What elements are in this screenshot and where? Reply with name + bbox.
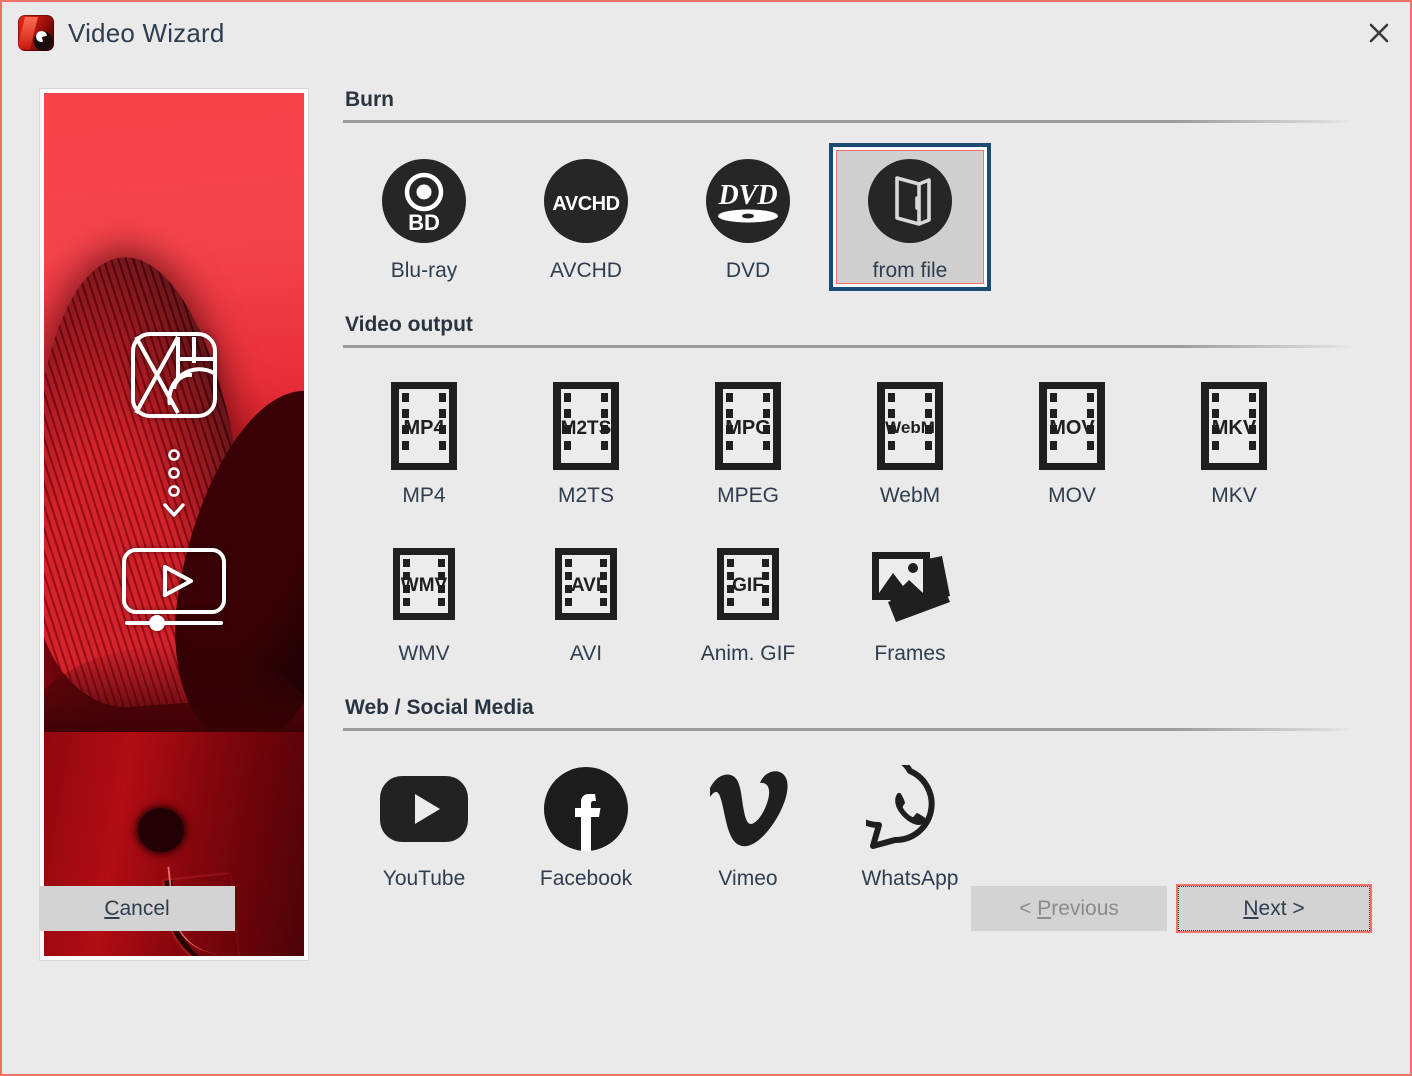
svg-text:WebM: WebM — [885, 418, 935, 437]
format-tile-dvd[interactable]: DVD DVD — [667, 143, 829, 291]
film-strip-gif-icon: GIF — [702, 536, 794, 632]
format-label: WhatsApp — [862, 867, 959, 891]
section-divider-video-output — [343, 345, 1355, 348]
format-label: Vimeo — [718, 867, 777, 891]
format-tile-facebook[interactable]: Facebook — [505, 751, 667, 899]
format-label: M2TS — [558, 484, 614, 508]
svg-text:DVD: DVD — [717, 180, 777, 211]
bluray-disc-icon: BD — [381, 153, 467, 249]
svg-text:MP4: MP4 — [403, 417, 445, 439]
svg-text:MKV: MKV — [1212, 417, 1257, 439]
format-label: MPEG — [717, 484, 779, 508]
format-label: MP4 — [402, 484, 445, 508]
format-tile-wmv[interactable]: WMV WMV — [343, 526, 505, 674]
section-title-web-social: Web / Social Media — [345, 696, 1370, 720]
format-label: WebM — [880, 484, 940, 508]
web-social-row: YouTube Facebook Vimeo — [343, 751, 1370, 899]
format-tile-mp4[interactable]: MP4 MP4 — [343, 368, 505, 516]
film-strip-mov-icon: MOV — [1026, 378, 1118, 474]
section-title-video-output: Video output — [345, 313, 1370, 337]
format-tile-anim-gif[interactable]: GIF Anim. GIF — [667, 526, 829, 674]
format-label: DVD — [726, 259, 770, 283]
dialog-footer: Cancel < Previous Next > — [2, 964, 1410, 1074]
photo-stack-icon — [862, 536, 958, 632]
svg-text:MPG: MPG — [725, 417, 771, 439]
title-bar: Video Wizard — [2, 2, 1410, 64]
format-tile-avi[interactable]: AVI AVI — [505, 526, 667, 674]
format-tile-avchd[interactable]: AVCHD AVCHD — [505, 143, 667, 291]
film-strip-wmv-icon: WMV — [378, 536, 470, 632]
previous-button[interactable]: < Previous — [971, 886, 1167, 931]
preview-panel — [39, 88, 309, 961]
format-tile-whatsapp[interactable]: WhatsApp — [829, 751, 991, 899]
film-strip-mp4-icon: MP4 — [378, 378, 470, 474]
svg-text:M2TS: M2TS — [561, 418, 612, 439]
burn-options-row: BD Blu-ray AVCHD AVCHD D — [343, 143, 1370, 291]
section-title-burn: Burn — [345, 88, 1370, 112]
format-tile-mov[interactable]: MOV MOV — [991, 368, 1153, 516]
vimeo-icon — [702, 761, 794, 857]
format-label: Frames — [874, 642, 945, 666]
facebook-icon — [543, 761, 629, 857]
video-wizard-dialog: Video Wizard — [0, 0, 1412, 1076]
format-label: AVI — [570, 642, 602, 666]
cancel-button[interactable]: Cancel — [39, 886, 235, 931]
format-label: Blu-ray — [391, 259, 458, 283]
next-button-label: Next > — [1243, 897, 1304, 921]
avchd-disc-icon: AVCHD — [543, 153, 629, 249]
svg-text:GIF: GIF — [732, 575, 764, 596]
film-strip-mkv-icon: MKV — [1188, 378, 1280, 474]
preview-image — [44, 93, 304, 956]
close-icon[interactable] — [1348, 2, 1410, 64]
format-tile-frames[interactable]: Frames — [829, 526, 991, 674]
format-label: WMV — [398, 642, 449, 666]
format-tile-bluray[interactable]: BD Blu-ray — [343, 143, 505, 291]
svg-text:WMV: WMV — [401, 575, 448, 596]
format-label: MOV — [1048, 484, 1096, 508]
svg-text:AVI: AVI — [571, 575, 601, 596]
video-output-row-1: MP4 MP4 M2TS — [343, 368, 1370, 516]
youtube-icon — [378, 761, 470, 857]
previous-button-label: < Previous — [1019, 897, 1119, 921]
format-tile-m2ts[interactable]: M2TS M2TS — [505, 368, 667, 516]
film-strip-webm-icon: WebM — [864, 378, 956, 474]
format-label: Facebook — [540, 867, 632, 891]
whatsapp-icon — [866, 761, 954, 857]
format-tile-from-file[interactable]: from file — [829, 143, 991, 291]
format-tile-mkv[interactable]: MKV MKV — [1153, 368, 1315, 516]
format-picker: Burn BD Blu-ray AVCHD — [343, 88, 1370, 964]
film-strip-avi-icon: AVI — [540, 536, 632, 632]
section-divider-web-social — [343, 728, 1355, 731]
format-tile-mpeg[interactable]: MPG MPEG — [667, 368, 829, 516]
format-label: AVCHD — [550, 259, 622, 283]
format-tile-vimeo[interactable]: Vimeo — [667, 751, 829, 899]
video-wizard-logo-icon — [18, 15, 54, 51]
format-label: from file — [873, 259, 948, 283]
film-strip-mpg-icon: MPG — [702, 378, 794, 474]
film-strip-m2ts-icon: M2TS — [540, 378, 632, 474]
cancel-button-label: Cancel — [104, 897, 169, 921]
open-door-icon — [867, 153, 953, 249]
format-tile-webm[interactable]: WebM WebM — [829, 368, 991, 516]
svg-text:MOV: MOV — [1049, 417, 1095, 439]
next-button[interactable]: Next > — [1176, 884, 1372, 933]
svg-text:BD: BD — [408, 210, 440, 235]
dvd-disc-icon: DVD — [705, 153, 791, 249]
format-tile-youtube[interactable]: YouTube — [343, 751, 505, 899]
format-label: MKV — [1211, 484, 1257, 508]
svg-text:AVCHD: AVCHD — [552, 193, 619, 215]
format-label: YouTube — [383, 867, 466, 891]
window-title: Video Wizard — [68, 18, 225, 49]
format-label: Anim. GIF — [701, 642, 796, 666]
section-divider-burn — [343, 120, 1355, 123]
video-output-row-2: WMV WMV AVI — [343, 526, 1370, 674]
